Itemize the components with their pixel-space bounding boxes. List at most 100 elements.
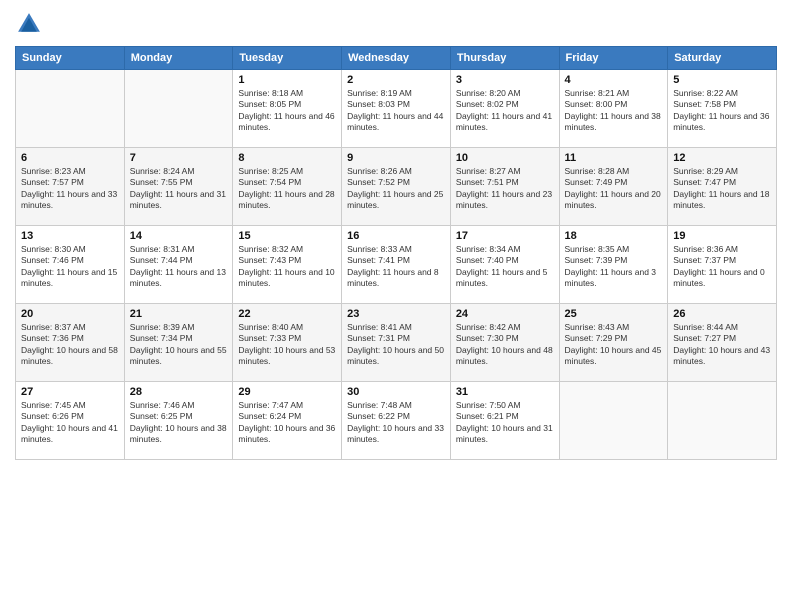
calendar-cell: 2Sunrise: 8:19 AM Sunset: 8:03 PM Daylig… [342,70,451,148]
day-header-sunday: Sunday [16,47,125,70]
day-number: 26 [673,308,771,320]
day-info: Sunrise: 7:47 AM Sunset: 6:24 PM Dayligh… [238,400,336,446]
calendar-header-row: SundayMondayTuesdayWednesdayThursdayFrid… [16,47,777,70]
day-info: Sunrise: 8:41 AM Sunset: 7:31 PM Dayligh… [347,322,445,368]
day-header-monday: Monday [124,47,233,70]
day-number: 31 [456,386,554,398]
day-number: 9 [347,152,445,164]
calendar-cell [668,382,777,460]
day-number: 5 [673,74,771,86]
week-row-4: 20 Sunrise: 8:37 AM Sunset: 7:36 PM Dayli… [16,304,777,382]
day-info: Sunrise: 8:36 AM Sunset: 7:37 PM Dayligh… [673,244,771,290]
day-number: 19 [673,230,771,242]
day-info: Sunrise: 8:42 AM Sunset: 7:30 PM Dayligh… [456,322,554,368]
calendar-cell: 3Sunrise: 8:20 AM Sunset: 8:02 PM Daylig… [450,70,559,148]
day-number: 14 [130,230,228,242]
calendar-cell: 13 Sunrise: 8:30 AM Sunset: 7:46 PM Dayli… [16,226,125,304]
calendar-cell: 26 Sunrise: 8:44 AM Sunset: 7:27 PM Dayli… [668,304,777,382]
calendar-cell: 1 Sunrise: 8:18 AM Sunset: 8:05 PM Daylig… [233,70,342,148]
day-number: 11 [565,152,663,164]
day-info: Sunrise: 8:29 AM Sunset: 7:47 PM Dayligh… [673,166,771,212]
day-info: Sunrise: 8:24 AM Sunset: 7:55 PM Dayligh… [130,166,228,212]
day-info: Sunrise: 8:20 AM Sunset: 8:02 PM Dayligh… [456,88,554,134]
day-info: Sunrise: 8:23 AM Sunset: 7:57 PM Dayligh… [21,166,119,212]
day-number: 10 [456,152,554,164]
week-row-1: 1 Sunrise: 8:18 AM Sunset: 8:05 PM Daylig… [16,70,777,148]
calendar-cell: 24Sunrise: 8:42 AM Sunset: 7:30 PM Dayli… [450,304,559,382]
day-number: 12 [673,152,771,164]
logo [15,10,47,38]
day-number: 29 [238,386,336,398]
calendar-cell: 14 Sunrise: 8:31 AM Sunset: 7:44 PM Dayli… [124,226,233,304]
day-info: Sunrise: 7:48 AM Sunset: 6:22 PM Dayligh… [347,400,445,446]
day-info: Sunrise: 8:34 AM Sunset: 7:40 PM Dayligh… [456,244,554,290]
calendar-cell: 11 Sunrise: 8:28 AM Sunset: 7:49 PM Dayli… [559,148,668,226]
calendar-cell [124,70,233,148]
calendar-cell: 22 Sunrise: 8:40 AM Sunset: 7:33 PM Dayli… [233,304,342,382]
day-info: Sunrise: 8:28 AM Sunset: 7:49 PM Dayligh… [565,166,663,212]
day-number: 22 [238,308,336,320]
logo-icon [15,10,43,38]
calendar-cell: 25Sunrise: 8:43 AM Sunset: 7:29 PM Dayli… [559,304,668,382]
day-info: Sunrise: 8:32 AM Sunset: 7:43 PM Dayligh… [238,244,336,290]
day-header-wednesday: Wednesday [342,47,451,70]
calendar-cell [16,70,125,148]
day-info: Sunrise: 8:37 AM Sunset: 7:36 PM Dayligh… [21,322,119,368]
calendar-cell: 28 Sunrise: 7:46 AM Sunset: 6:25 PM Dayli… [124,382,233,460]
calendar-cell: 8 Sunrise: 8:25 AM Sunset: 7:54 PM Daylig… [233,148,342,226]
day-info: Sunrise: 8:26 AM Sunset: 7:52 PM Dayligh… [347,166,445,212]
day-info: Sunrise: 8:27 AM Sunset: 7:51 PM Dayligh… [456,166,554,212]
day-number: 17 [456,230,554,242]
day-number: 1 [238,74,336,86]
calendar-cell [559,382,668,460]
day-number: 4 [565,74,663,86]
calendar-cell: 31 Sunrise: 7:50 AM Sunset: 6:21 PM Dayli… [450,382,559,460]
day-number: 13 [21,230,119,242]
day-number: 8 [238,152,336,164]
calendar-cell: 7Sunrise: 8:24 AM Sunset: 7:55 PM Daylig… [124,148,233,226]
week-row-2: 6 Sunrise: 8:23 AM Sunset: 7:57 PM Daylig… [16,148,777,226]
day-number: 18 [565,230,663,242]
day-info: Sunrise: 8:35 AM Sunset: 7:39 PM Dayligh… [565,244,663,290]
day-header-saturday: Saturday [668,47,777,70]
calendar-cell: 29 Sunrise: 7:47 AM Sunset: 6:24 PM Dayli… [233,382,342,460]
calendar-cell: 4 Sunrise: 8:21 AM Sunset: 8:00 PM Daylig… [559,70,668,148]
day-number: 21 [130,308,228,320]
week-row-3: 13 Sunrise: 8:30 AM Sunset: 7:46 PM Dayli… [16,226,777,304]
calendar-cell: 27Sunrise: 7:45 AM Sunset: 6:26 PM Dayli… [16,382,125,460]
day-info: Sunrise: 8:43 AM Sunset: 7:29 PM Dayligh… [565,322,663,368]
calendar-cell: 10 Sunrise: 8:27 AM Sunset: 7:51 PM Dayli… [450,148,559,226]
day-info: Sunrise: 7:45 AM Sunset: 6:26 PM Dayligh… [21,400,119,446]
calendar-cell: 12 Sunrise: 8:29 AM Sunset: 7:47 PM Dayli… [668,148,777,226]
calendar-cell: 21Sunrise: 8:39 AM Sunset: 7:34 PM Dayli… [124,304,233,382]
calendar-cell: 9 Sunrise: 8:26 AM Sunset: 7:52 PM Daylig… [342,148,451,226]
day-info: Sunrise: 8:33 AM Sunset: 7:41 PM Dayligh… [347,244,445,290]
day-info: Sunrise: 7:46 AM Sunset: 6:25 PM Dayligh… [130,400,228,446]
day-number: 16 [347,230,445,242]
week-row-5: 27Sunrise: 7:45 AM Sunset: 6:26 PM Dayli… [16,382,777,460]
day-header-friday: Friday [559,47,668,70]
day-info: Sunrise: 8:30 AM Sunset: 7:46 PM Dayligh… [21,244,119,290]
calendar-cell: 15Sunrise: 8:32 AM Sunset: 7:43 PM Dayli… [233,226,342,304]
day-number: 28 [130,386,228,398]
day-number: 23 [347,308,445,320]
day-info: Sunrise: 8:19 AM Sunset: 8:03 PM Dayligh… [347,88,445,134]
calendar-cell: 16 Sunrise: 8:33 AM Sunset: 7:41 PM Dayli… [342,226,451,304]
day-info: Sunrise: 8:21 AM Sunset: 8:00 PM Dayligh… [565,88,663,134]
day-number: 6 [21,152,119,164]
calendar-cell: 20 Sunrise: 8:37 AM Sunset: 7:36 PM Dayli… [16,304,125,382]
day-info: Sunrise: 8:40 AM Sunset: 7:33 PM Dayligh… [238,322,336,368]
day-info: Sunrise: 8:22 AM Sunset: 7:58 PM Dayligh… [673,88,771,134]
calendar-cell: 6 Sunrise: 8:23 AM Sunset: 7:57 PM Daylig… [16,148,125,226]
day-number: 30 [347,386,445,398]
day-info: Sunrise: 8:18 AM Sunset: 8:05 PM Dayligh… [238,88,336,134]
day-info: Sunrise: 8:31 AM Sunset: 7:44 PM Dayligh… [130,244,228,290]
calendar-cell: 23 Sunrise: 8:41 AM Sunset: 7:31 PM Dayli… [342,304,451,382]
calendar-cell: 30 Sunrise: 7:48 AM Sunset: 6:22 PM Dayli… [342,382,451,460]
day-info: Sunrise: 7:50 AM Sunset: 6:21 PM Dayligh… [456,400,554,446]
day-info: Sunrise: 8:44 AM Sunset: 7:27 PM Dayligh… [673,322,771,368]
day-info: Sunrise: 8:25 AM Sunset: 7:54 PM Dayligh… [238,166,336,212]
calendar-cell: 5 Sunrise: 8:22 AM Sunset: 7:58 PM Daylig… [668,70,777,148]
calendar-table: SundayMondayTuesdayWednesdayThursdayFrid… [15,46,777,460]
day-number: 20 [21,308,119,320]
